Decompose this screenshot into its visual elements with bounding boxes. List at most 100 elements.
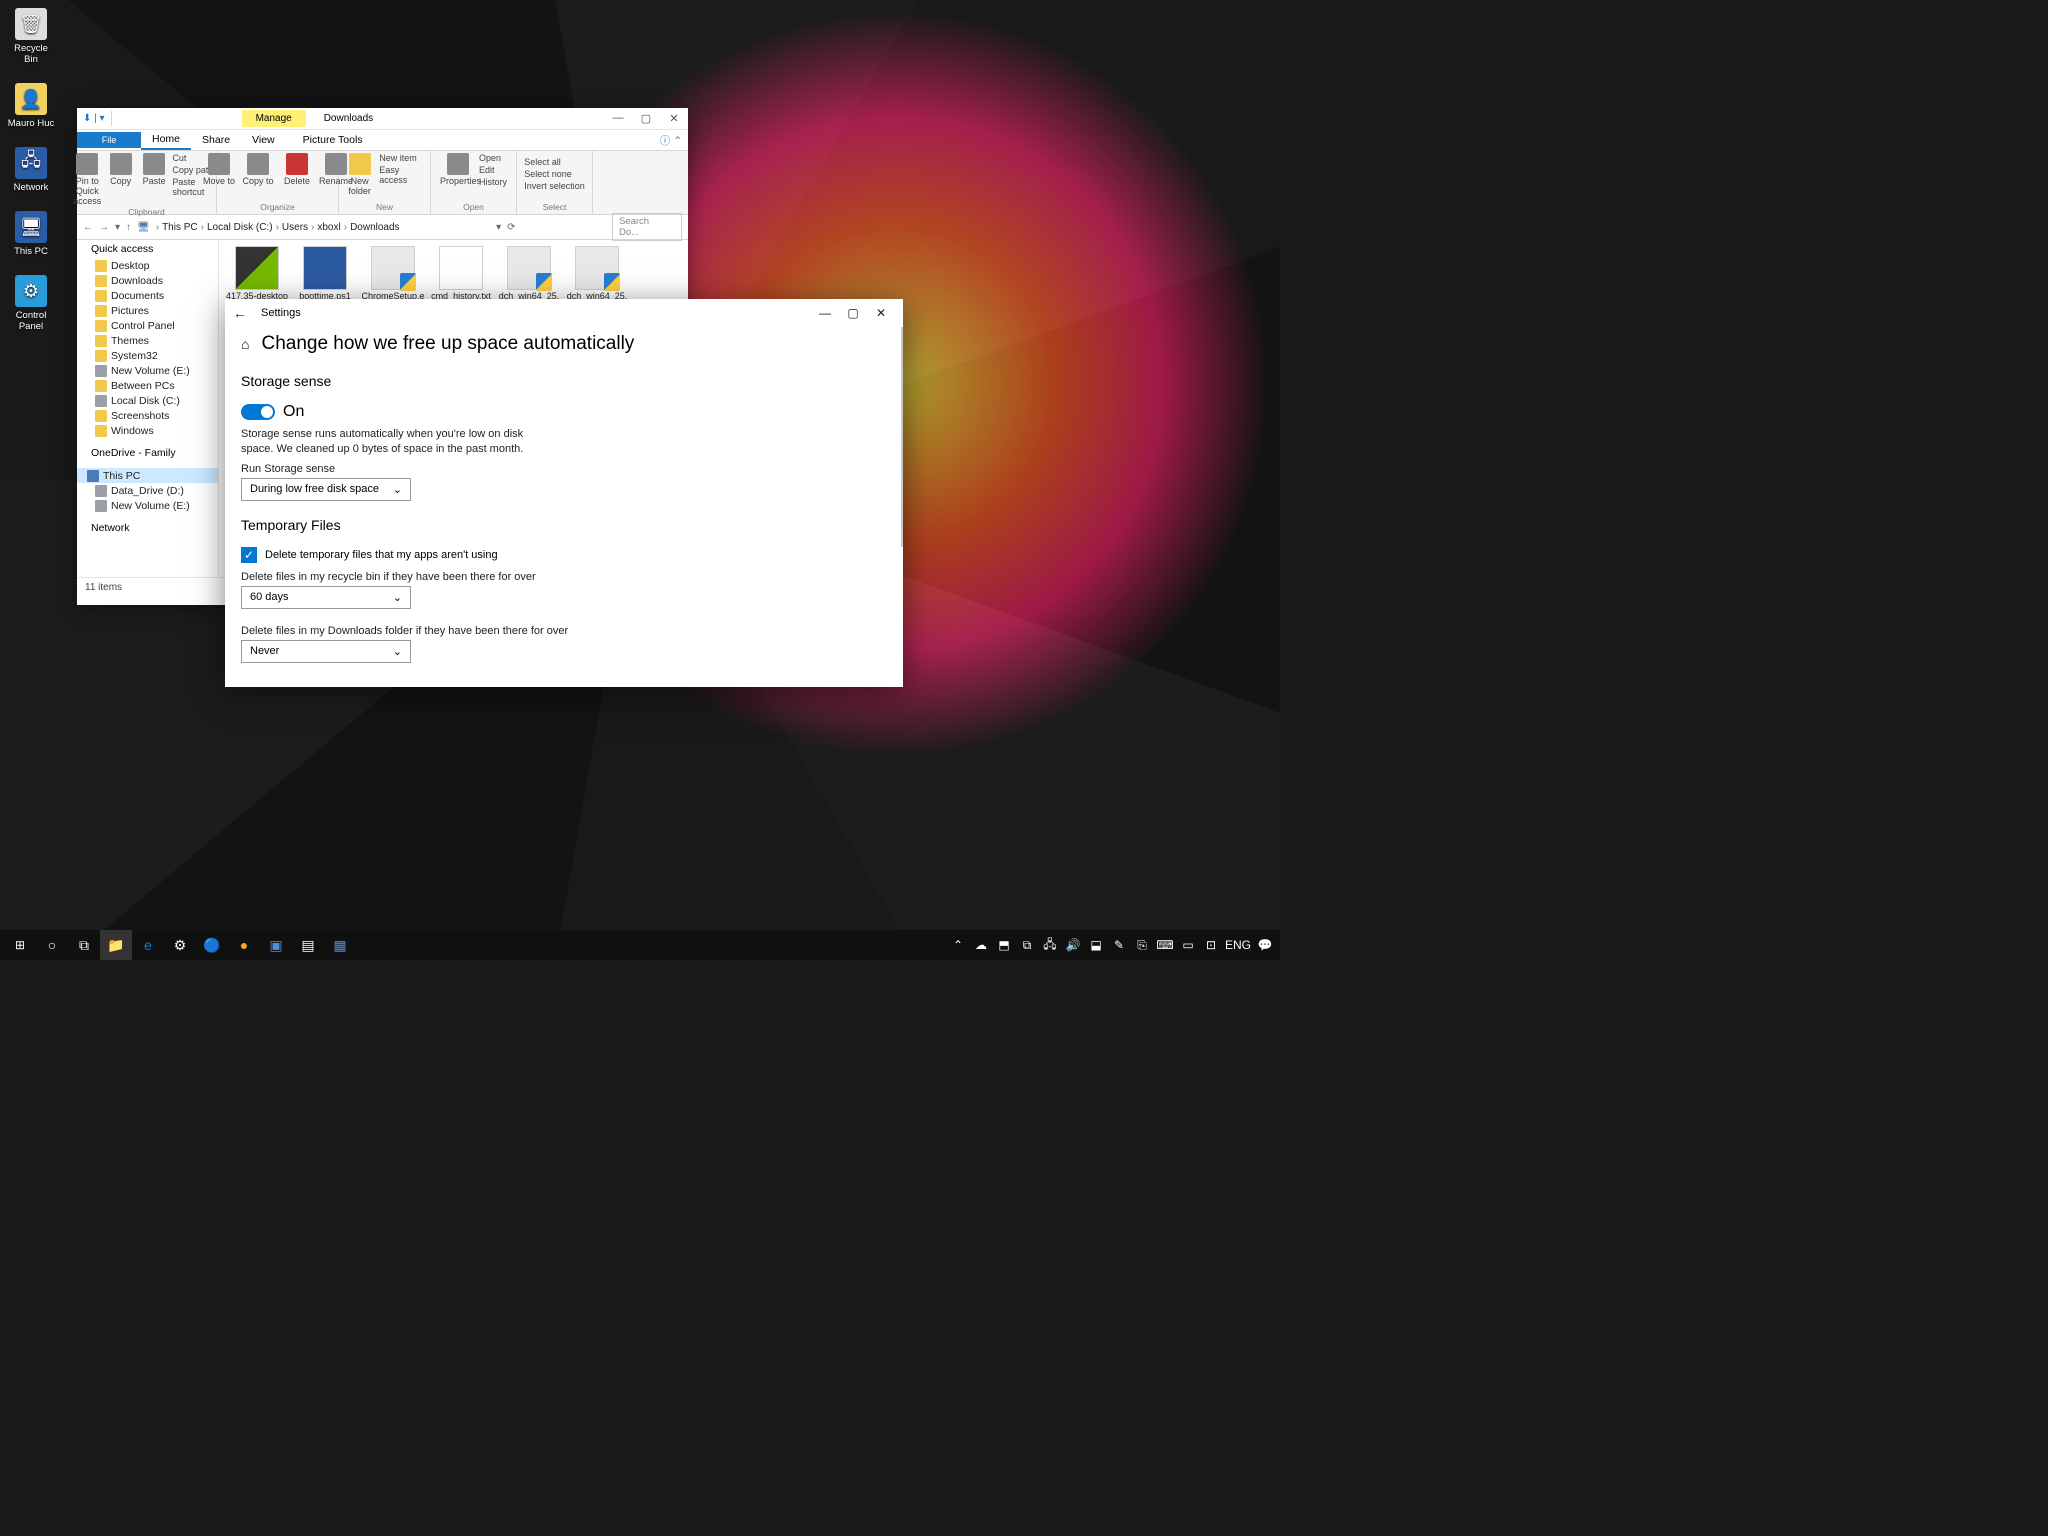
new-folder-icon: [349, 153, 371, 175]
settings-back-button[interactable]: ←: [233, 305, 247, 321]
tab-home[interactable]: Home: [141, 130, 191, 150]
file-icon: [439, 246, 483, 290]
tree-item[interactable]: Screenshots: [77, 408, 218, 423]
taskbar-app3[interactable]: ▦: [324, 930, 356, 960]
tree-item[interactable]: New Volume (E:): [77, 363, 218, 378]
settings-maximize-button[interactable]: ▢: [839, 306, 867, 320]
explorer-close-button[interactable]: ✕: [660, 112, 688, 125]
nav-up-button[interactable]: ↑: [126, 222, 131, 233]
start-button[interactable]: ⊞: [4, 930, 36, 960]
desktop-icon-this-pc[interactable]: 🖥This PC: [6, 211, 56, 257]
search-input[interactable]: Search Do...: [612, 213, 682, 241]
ribbon-group-select: Select: [543, 201, 567, 212]
home-icon[interactable]: ⌂: [241, 336, 249, 352]
tree-item[interactable]: Desktop: [77, 258, 218, 273]
address-dropdown[interactable]: ▾: [496, 222, 501, 233]
tray-icon-4[interactable]: ✎: [1108, 938, 1130, 952]
taskbar-explorer[interactable]: 📁: [100, 930, 132, 960]
tree-item[interactable]: Windows: [77, 423, 218, 438]
tree-onedrive[interactable]: OneDrive - Family: [77, 444, 218, 462]
desktop-icon-network[interactable]: 🖧Network: [6, 147, 56, 193]
settings-minimize-button[interactable]: —: [811, 306, 839, 320]
tray-keyboard-icon[interactable]: ⌨: [1154, 938, 1176, 952]
invert-selection-button[interactable]: Invert selection: [524, 181, 585, 191]
desktop-icon-control-panel[interactable]: ⚙Control Panel: [6, 275, 56, 332]
breadcrumb[interactable]: ›This PC› Local Disk (C:)› Users› xboxl›…: [156, 222, 400, 233]
taskbar-powershell[interactable]: ▣: [260, 930, 292, 960]
nav-forward-button[interactable]: →: [99, 222, 109, 233]
tab-picture-tools[interactable]: Picture Tools: [292, 131, 374, 149]
tree-item[interactable]: Between PCs: [77, 378, 218, 393]
tree-item[interactable]: Data_Drive (D:): [77, 483, 218, 498]
open-button[interactable]: Open: [479, 153, 507, 163]
tree-item[interactable]: Pictures: [77, 303, 218, 318]
tree-item[interactable]: Themes: [77, 333, 218, 348]
taskbar-edge[interactable]: e: [132, 930, 164, 960]
tray-volume-icon[interactable]: 🔊: [1062, 938, 1084, 952]
tree-item[interactable]: Local Disk (C:): [77, 393, 218, 408]
select-none-button[interactable]: Select none: [524, 169, 585, 179]
easy-access-button[interactable]: Easy access: [379, 165, 426, 185]
settings-close-button[interactable]: ✕: [867, 306, 895, 320]
file-icon: [235, 246, 279, 290]
explorer-minimize-button[interactable]: —: [604, 112, 632, 125]
this-pc-icon: 🖥: [15, 211, 47, 243]
nav-recent-button[interactable]: ▾: [115, 222, 120, 233]
tab-view[interactable]: View: [241, 131, 286, 149]
tray-icon-6[interactable]: ▭: [1177, 938, 1199, 952]
tray-onedrive-icon[interactable]: ☁: [970, 938, 992, 952]
tray-icon-5[interactable]: ⎘: [1131, 938, 1153, 953]
tray-icon-1[interactable]: ⬒: [993, 938, 1015, 952]
properties-button[interactable]: Properties: [440, 153, 476, 186]
tray-network-icon[interactable]: 🖧: [1039, 935, 1061, 956]
move-to-button[interactable]: Move to: [201, 153, 237, 186]
tray-icon-2[interactable]: ⧉: [1016, 938, 1038, 953]
desktop-icon-user[interactable]: 👤Mauro Huc: [6, 83, 56, 129]
delete-button[interactable]: Delete: [279, 153, 315, 186]
copy-to-button[interactable]: Copy to: [240, 153, 276, 186]
tray-icon-7[interactable]: ⊡: [1200, 938, 1222, 952]
tree-item[interactable]: System32: [77, 348, 218, 363]
downloads-dropdown[interactable]: Never⌄: [241, 640, 411, 663]
storage-sense-toggle[interactable]: [241, 404, 275, 420]
tree-item[interactable]: Downloads: [77, 273, 218, 288]
tree-this-pc[interactable]: This PC: [77, 468, 218, 483]
task-view-button[interactable]: ⧉: [68, 930, 100, 960]
recycle-bin-dropdown[interactable]: 60 days⌄: [241, 586, 411, 609]
search-button[interactable]: ○: [36, 930, 68, 960]
tab-file[interactable]: File: [77, 132, 141, 148]
new-folder-button[interactable]: New folder: [343, 153, 376, 196]
delete-temp-checkbox[interactable]: ✓: [241, 547, 257, 563]
explorer-maximize-button[interactable]: ▢: [632, 112, 660, 125]
new-item-button[interactable]: New item: [379, 153, 426, 163]
tree-item[interactable]: New Volume (E:): [77, 498, 218, 513]
tray-action-center-icon[interactable]: 💬: [1254, 938, 1276, 952]
tree-item[interactable]: Control Panel: [77, 318, 218, 333]
history-button[interactable]: History: [479, 177, 507, 187]
settings-scrollbar[interactable]: [901, 327, 903, 547]
tray-icon-3[interactable]: ⬓: [1085, 938, 1107, 952]
taskbar-app2[interactable]: ▤: [292, 930, 324, 960]
tree-network[interactable]: Network: [77, 519, 218, 537]
tools-manage-tab[interactable]: Manage: [242, 110, 306, 127]
run-storage-sense-dropdown[interactable]: During low free disk space⌄: [241, 478, 411, 501]
select-all-button[interactable]: Select all: [524, 157, 585, 167]
edit-button[interactable]: Edit: [479, 165, 507, 175]
nav-back-button[interactable]: ←: [83, 222, 93, 233]
taskbar-chrome[interactable]: 🔵: [196, 930, 228, 960]
pin-to-quick-access-button[interactable]: Pin to Quick access: [72, 153, 102, 206]
paste-button[interactable]: Paste: [139, 153, 169, 186]
user-folder-icon: 👤: [15, 83, 47, 115]
taskbar-settings[interactable]: ⚙: [164, 930, 196, 960]
tree-item[interactable]: Documents: [77, 288, 218, 303]
tray-overflow-icon[interactable]: ⌃: [947, 938, 969, 952]
copy-button[interactable]: Copy: [105, 153, 135, 186]
qat-dropdown[interactable]: ⬇ | ▾: [77, 111, 112, 126]
taskbar-app1[interactable]: ●: [228, 930, 260, 960]
ribbon-collapse-icon[interactable]: ⓘ ⌃: [654, 133, 688, 148]
tray-language[interactable]: ENG: [1223, 938, 1253, 952]
tree-quick-access[interactable]: Quick access: [77, 240, 218, 258]
refresh-button[interactable]: ⟳: [507, 222, 515, 233]
desktop-icon-recycle-bin[interactable]: 🗑Recycle Bin: [6, 8, 56, 65]
tab-share[interactable]: Share: [191, 131, 241, 149]
